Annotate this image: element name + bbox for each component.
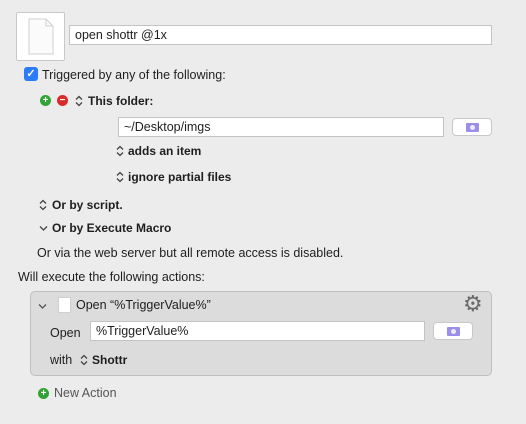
up-down-chevron-icon [75,95,83,107]
this-folder-label: This folder: [88,94,154,108]
macro-icon-well[interactable] [16,12,65,61]
folder-icon [447,327,460,336]
or-by-script-popup[interactable]: Or by script. [52,198,123,212]
document-icon [28,18,54,55]
up-down-chevron-icon [39,199,47,211]
triggered-checkbox[interactable]: ✓ [24,67,38,81]
with-label: with [50,353,73,367]
chevron-down-icon[interactable] [39,224,48,233]
new-action-button[interactable]: New Action [54,386,117,400]
triggered-label: Triggered by any of the following: [42,68,226,82]
macro-name-field[interactable] [69,25,492,45]
folder-condition-popup[interactable]: adds an item [128,144,201,158]
choose-file-button[interactable] [433,322,473,340]
gear-icon[interactable]: ⚙ [463,293,483,315]
up-down-chevron-icon [116,171,124,183]
application-popup[interactable]: Shottr [92,353,127,367]
action-open-file[interactable]: Open “%TriggerValue%” ⚙ Open with Shottr [30,291,492,376]
chevron-down-icon[interactable] [38,302,47,311]
up-down-chevron-icon [116,145,124,157]
add-trigger-button[interactable]: + [40,95,51,106]
open-path-field[interactable] [90,321,425,341]
actions-heading: Will execute the following actions: [18,270,205,284]
remove-trigger-button[interactable]: − [57,95,68,106]
open-label: Open [50,326,81,340]
document-icon [58,297,71,313]
web-server-note: Or via the web server but all remote acc… [37,246,344,260]
add-action-icon[interactable]: + [38,388,49,399]
folder-path-field[interactable] [118,117,444,137]
partial-files-popup[interactable]: ignore partial files [128,170,231,184]
action-title: Open “%TriggerValue%” [76,298,211,312]
folder-icon [466,123,479,132]
up-down-chevron-icon [80,354,88,366]
choose-folder-button[interactable] [452,118,492,136]
or-by-execute-macro-label: Or by Execute Macro [52,221,172,235]
